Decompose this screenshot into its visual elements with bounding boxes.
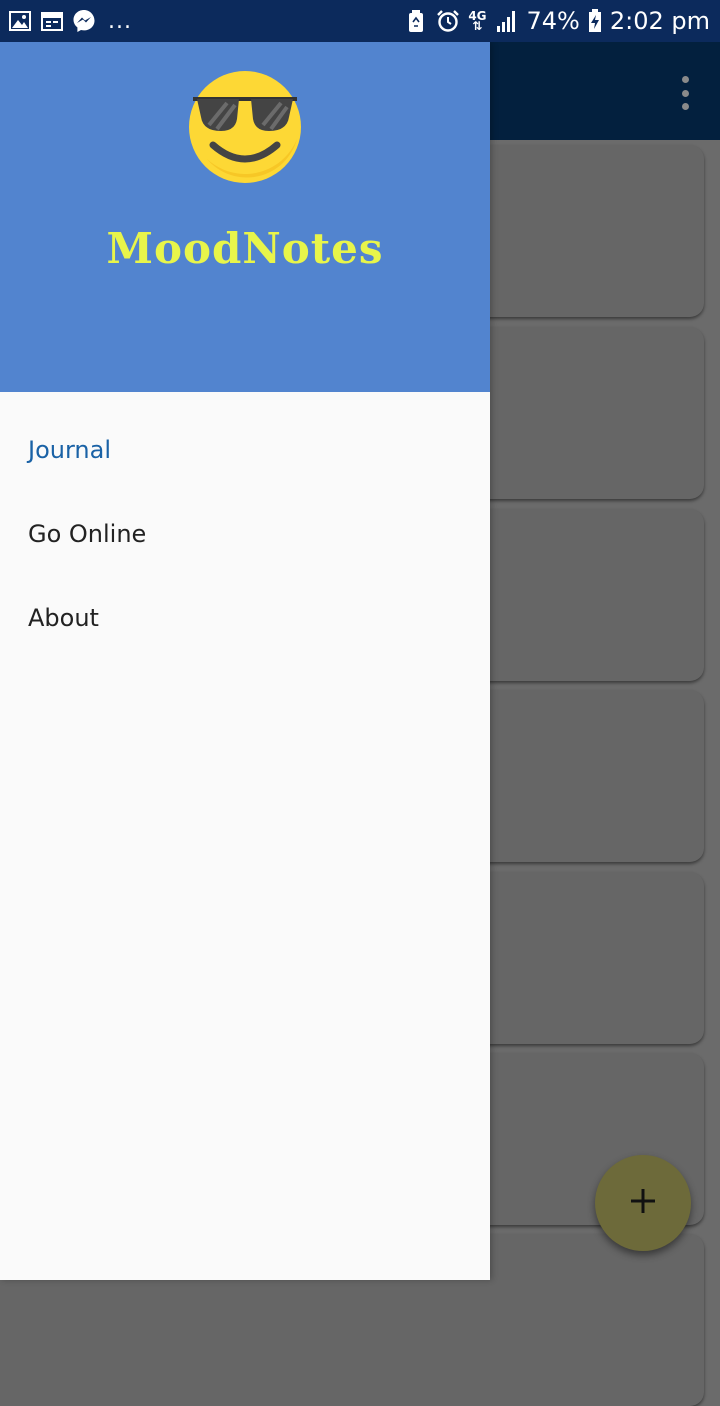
menu-item-go-online[interactable]: Go Online: [0, 492, 490, 576]
overflow-dot: [681, 89, 689, 97]
calendar-icon: [40, 9, 64, 33]
status-bar-left: ...: [8, 9, 132, 34]
recycle-icon: [404, 9, 428, 33]
overflow-dot: [681, 76, 689, 83]
battery-percent: 74%: [526, 7, 580, 35]
navigation-drawer: MoodNotes Journal Go Online About: [0, 42, 490, 1280]
signal-icon: [495, 9, 519, 33]
plus-icon: [628, 1186, 658, 1220]
network-type-label: 4G: [468, 9, 487, 23]
drawer-menu: Journal Go Online About: [0, 392, 490, 660]
image-icon: [8, 9, 32, 33]
sunglasses-smiley-logo: [187, 69, 303, 185]
battery-charging-icon: [588, 9, 602, 33]
menu-item-journal[interactable]: Journal: [0, 408, 490, 492]
alarm-icon: [436, 9, 460, 33]
more-notifications: ...: [108, 8, 132, 34]
status-bar: ... 4G ⇅ 74% 2:02 pm: [0, 0, 720, 42]
network-type: 4G ⇅: [468, 9, 487, 33]
clock: 2:02 pm: [609, 7, 710, 35]
drawer-header: MoodNotes: [0, 42, 490, 392]
add-entry-button[interactable]: [595, 1155, 691, 1251]
overflow-dot: [681, 103, 689, 110]
messenger-icon: [72, 9, 96, 33]
overflow-menu-icon[interactable]: [678, 76, 692, 110]
status-bar-right: 4G ⇅ 74% 2:02 pm: [404, 7, 710, 35]
app-name: MoodNotes: [106, 224, 384, 273]
menu-item-about[interactable]: About: [0, 576, 490, 660]
